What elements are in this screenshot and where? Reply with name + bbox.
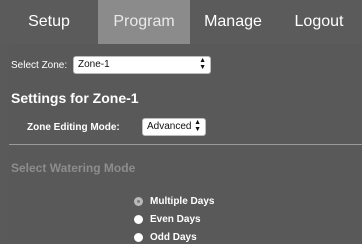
radio-icon (134, 215, 143, 224)
nav-program[interactable]: Program (98, 0, 190, 44)
program-panel: Select Zone: Zone-1 ▲ ▼ Settings for Zone… (9, 44, 362, 243)
select-arrows-icon: ▲ ▼ (194, 119, 201, 133)
zone-select-value: Zone-1 (78, 59, 110, 70)
select-arrows-icon: ▲ ▼ (199, 57, 206, 71)
nav-manage[interactable]: Manage (190, 0, 276, 44)
zone-select-label: Select Zone: (11, 60, 68, 71)
zone-select[interactable]: Zone-1 ▲ ▼ (73, 56, 211, 74)
zone-editing-mode-select[interactable]: Advanced ▲ ▼ (142, 118, 206, 136)
radio-icon (134, 233, 143, 242)
zone-editing-mode-label: Zone Editing Mode: (27, 122, 120, 133)
radio-label: Multiple Days (150, 196, 215, 207)
radio-label: Even Days (150, 214, 201, 225)
nav-setup[interactable]: Setup (0, 0, 98, 44)
page-title: Settings for Zone-1 (11, 90, 139, 106)
radio-selected-icon (134, 197, 143, 206)
top-nav: Setup Program Manage Logout (0, 0, 362, 44)
divider (9, 144, 362, 145)
nav-logout[interactable]: Logout (276, 0, 362, 44)
zone-editing-mode-value: Advanced (147, 121, 192, 132)
radio-label: Odd Days (150, 232, 197, 243)
watering-mode-title: Select Watering Mode (11, 161, 136, 175)
